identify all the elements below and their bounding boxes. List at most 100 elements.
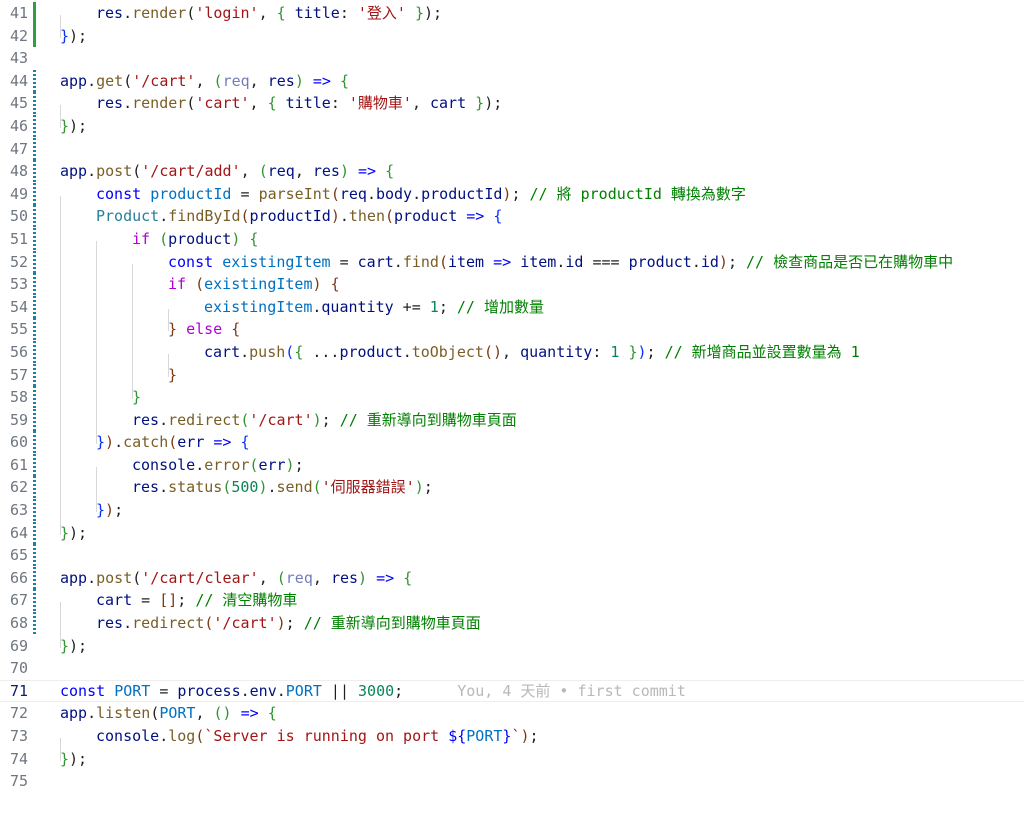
- code-text[interactable]: });: [60, 522, 87, 545]
- code-line[interactable]: 72 app.listen(PORT, () => {: [0, 702, 1024, 725]
- code-text[interactable]: console.error(err);: [60, 454, 304, 490]
- code-line[interactable]: 50 Product.findById(productId).then(produ…: [0, 205, 1024, 241]
- code-line[interactable]: 57}: [0, 363, 1024, 400]
- code-line[interactable]: 55} else {: [0, 318, 1024, 354]
- code-text[interactable]: }).catch(err => {: [60, 431, 250, 467]
- code-token: +=: [393, 297, 430, 316]
- code-text[interactable]: } else {: [60, 318, 240, 354]
- git-added-marker[interactable]: [33, 2, 36, 25]
- code-token: listen: [96, 704, 151, 723]
- code-line[interactable]: 54 existingItem.quantity += 1; // 增加數量: [0, 295, 1024, 332]
- git-modified-marker[interactable]: [33, 408, 36, 432]
- code-text[interactable]: app.post('/cart/add', (req, res) => {: [60, 160, 394, 183]
- code-line[interactable]: 63});: [0, 499, 1024, 535]
- code-line[interactable]: 60}).catch(err => {: [0, 431, 1024, 467]
- git-modified-marker[interactable]: [33, 250, 36, 274]
- code-text[interactable]: });: [60, 499, 123, 535]
- code-text[interactable]: });: [60, 635, 87, 658]
- code-line[interactable]: 42});: [0, 24, 1024, 48]
- git-modified-marker[interactable]: [33, 431, 36, 454]
- code-text[interactable]: const productId = parseInt(req.body.prod…: [60, 183, 746, 219]
- code-line[interactable]: 44 app.get('/cart', (req, res) => {: [0, 69, 1024, 93]
- code-line[interactable]: 56 cart.push({ ...product.toObject(), qua…: [0, 340, 1024, 377]
- git-modified-marker[interactable]: [33, 544, 36, 567]
- code-line[interactable]: 62 res.status(500).send('伺服器錯誤');: [0, 476, 1024, 513]
- git-modified-marker[interactable]: [33, 273, 36, 296]
- code-text[interactable]: res.render('cart', { title: '購物車', cart …: [60, 92, 502, 128]
- code-line[interactable]: 52 const existingItem = cart.find(item =>…: [0, 250, 1024, 287]
- code-line[interactable]: 53 if (existingItem) {: [0, 273, 1024, 309]
- code-token: ===: [583, 252, 629, 271]
- code-text[interactable]: if (existingItem) {: [60, 273, 340, 309]
- code-line[interactable]: 47: [0, 137, 1024, 161]
- code-line[interactable]: 61 console.error(err);: [0, 453, 1024, 490]
- code-text[interactable]: const PORT = process.env.PORT || 3000; Yo…: [60, 680, 686, 703]
- code-line[interactable]: 64});: [0, 521, 1024, 545]
- code-text[interactable]: res.redirect('/cart'); // 重新導向到購物車頁面: [60, 612, 481, 648]
- code-text[interactable]: res.redirect('/cart'); // 重新導向到購物車頁面: [60, 409, 517, 445]
- code-line[interactable]: 68 res.redirect('/cart'); // 重新導向到購物車頁面: [0, 612, 1024, 648]
- code-text[interactable]: app.get('/cart', (req, res) => {: [60, 70, 349, 93]
- code-line[interactable]: 69});: [0, 635, 1024, 658]
- git-modified-marker[interactable]: [33, 205, 36, 228]
- code-line[interactable]: 66 app.post('/cart/clear', (req, res) => …: [0, 566, 1024, 590]
- code-text[interactable]: Product.findById(productId).then(product…: [60, 205, 502, 241]
- code-text[interactable]: });: [60, 748, 87, 771]
- code-line[interactable]: 75: [0, 770, 1024, 793]
- code-text[interactable]: existingItem.quantity += 1; // 增加數量: [60, 296, 544, 332]
- code-line[interactable]: 67 cart = []; // 清空購物車: [0, 589, 1024, 626]
- code-text[interactable]: res.status(500).send('伺服器錯誤');: [60, 476, 433, 513]
- code-text[interactable]: app.post('/cart/clear', (req, res) => {: [60, 567, 412, 590]
- code-line[interactable]: 51 if (product) {: [0, 227, 1024, 264]
- code-token: const: [60, 681, 106, 700]
- code-line[interactable]: 45 res.render('cart', { title: '購物車', car…: [0, 92, 1024, 128]
- code-text[interactable]: res.render('login', { title: '登入' });: [60, 2, 442, 38]
- code-text[interactable]: }: [60, 386, 141, 422]
- code-line[interactable]: 43: [0, 47, 1024, 70]
- code-text[interactable]: }: [60, 364, 177, 400]
- code-line[interactable]: 48 app.post('/cart/add', (req, res) => {: [0, 160, 1024, 183]
- git-modified-marker[interactable]: [33, 363, 36, 387]
- git-modified-marker[interactable]: [33, 612, 36, 635]
- code-text[interactable]: cart.push({ ...product.toObject(), quant…: [60, 341, 860, 377]
- code-line[interactable]: 58}: [0, 386, 1024, 422]
- git-modified-marker[interactable]: [33, 318, 36, 341]
- code-token: res: [132, 478, 160, 497]
- code-text[interactable]: cart = []; // 清空購物車: [60, 589, 297, 626]
- git-modified-marker[interactable]: [33, 476, 36, 500]
- git-modified-marker[interactable]: [33, 499, 36, 522]
- code-text[interactable]: if (product) {: [60, 228, 258, 264]
- code-line[interactable]: 70: [0, 657, 1024, 680]
- code-line[interactable]: 46});: [0, 114, 1024, 138]
- code-line[interactable]: 74});: [0, 748, 1024, 771]
- code-line[interactable]: 71 const PORT = process.env.PORT || 3000;…: [0, 680, 1024, 703]
- code-text[interactable]: app.listen(PORT, () => {: [60, 702, 277, 725]
- code-text[interactable]: });: [60, 25, 87, 48]
- git-modified-marker[interactable]: [33, 521, 36, 545]
- code-line[interactable]: 65: [0, 544, 1024, 567]
- git-modified-marker[interactable]: [33, 589, 36, 613]
- git-modified-marker[interactable]: [33, 69, 36, 93]
- git-modified-marker[interactable]: [33, 114, 36, 138]
- code-token: .: [691, 252, 701, 271]
- git-modified-marker[interactable]: [33, 566, 36, 590]
- git-modified-marker[interactable]: [33, 92, 36, 115]
- git-modified-marker[interactable]: [33, 227, 36, 251]
- code-token: ): [330, 207, 340, 226]
- git-modified-marker[interactable]: [33, 340, 36, 364]
- code-text[interactable]: const existingItem = cart.find(item => i…: [60, 251, 953, 287]
- code-line[interactable]: 73 console.log(`Server is running on port…: [0, 725, 1024, 761]
- git-modified-marker[interactable]: [33, 160, 36, 183]
- code-line[interactable]: 59 res.redirect('/cart'); // 重新導向到購物車頁面: [0, 408, 1024, 445]
- code-line[interactable]: 49 const productId = parseInt(req.body.pr…: [0, 182, 1024, 219]
- code-editor[interactable]: 41 res.render('login', { title: '登入' }); 4…: [0, 0, 1024, 819]
- git-added-marker[interactable]: [33, 24, 36, 48]
- code-line[interactable]: 41 res.render('login', { title: '登入' });: [0, 2, 1024, 38]
- git-modified-marker[interactable]: [33, 386, 36, 409]
- git-modified-marker[interactable]: [33, 137, 36, 161]
- git-modified-marker[interactable]: [33, 453, 36, 477]
- git-modified-marker[interactable]: [33, 295, 36, 319]
- code-text[interactable]: });: [60, 115, 87, 138]
- code-text[interactable]: console.log(`Server is running on port $…: [60, 725, 539, 761]
- git-modified-marker[interactable]: [33, 182, 36, 206]
